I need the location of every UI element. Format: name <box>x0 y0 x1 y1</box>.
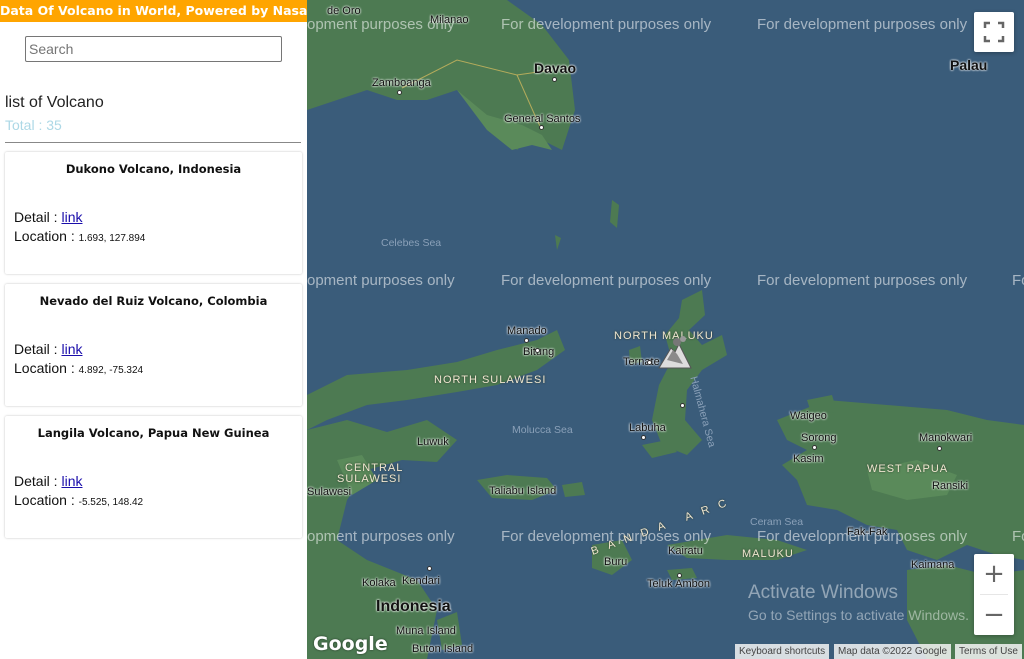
place-label: Sorong <box>801 432 837 444</box>
city-dot <box>535 348 540 353</box>
sea-label: Celebes Sea <box>381 237 442 249</box>
zoom-in-button[interactable]: + <box>974 554 1014 594</box>
place-label: Kendari <box>402 575 440 587</box>
detail-row: Detail : link <box>14 209 82 225</box>
city-dot <box>641 435 646 440</box>
place-label: de Oro <box>327 5 361 17</box>
detail-link[interactable]: link <box>61 341 82 357</box>
place-label: Manokwari <box>919 432 973 444</box>
terms-link[interactable]: Terms of Use <box>955 644 1022 659</box>
volcano-card: Nevado del Ruiz Volcano, Colombia Detail… <box>5 284 302 406</box>
region-label: WEST PAPUA <box>867 463 949 475</box>
detail-link[interactable]: link <box>61 209 82 225</box>
total-count: Total : 35 <box>5 117 62 133</box>
location-row: Location : 1.693, 127.894 <box>14 228 145 244</box>
city-dot <box>647 360 652 365</box>
place-label: Manado <box>507 325 547 337</box>
location-label: Location : <box>14 492 75 508</box>
detail-row: Detail : link <box>14 341 82 357</box>
volcano-name: Langila Volcano, Papua New Guinea <box>37 426 270 440</box>
place-label: Labuha <box>629 422 666 434</box>
location-row: Location : 4.892, -75.324 <box>14 360 143 376</box>
detail-label: Detail : <box>14 209 58 225</box>
app-title: Data Of Volcano in World, Powered by Nas… <box>0 0 307 22</box>
city-dot <box>397 90 402 95</box>
dev-watermark: opment purposes only <box>307 528 455 545</box>
list-title: list of Volcano <box>5 94 104 111</box>
sea-label: Molucca Sea <box>512 424 573 436</box>
city-dot <box>677 573 682 578</box>
location-label: Location : <box>14 360 75 376</box>
place-label: Davao <box>534 60 577 76</box>
place-label: Waigeo <box>790 410 827 422</box>
volcano-name: Dukono Volcano, Indonesia <box>65 162 242 176</box>
place-label: Luwuk <box>417 436 449 448</box>
city-dot <box>539 125 544 130</box>
dev-watermark: For development purposes only <box>501 16 712 33</box>
search-input[interactable] <box>25 36 282 62</box>
place-label: Kaimana <box>911 559 955 571</box>
city-dot <box>937 446 942 451</box>
dev-watermark: Fo <box>1012 528 1024 545</box>
activate-windows-title: Activate Windows <box>748 582 898 603</box>
sidebar: Data Of Volcano in World, Powered by Nas… <box>0 0 307 659</box>
place-label: General Santos <box>504 113 581 125</box>
google-logo[interactable]: Google <box>313 633 388 655</box>
volcano-card: Langila Volcano, Papua New Guinea Detail… <box>5 416 302 538</box>
dev-watermark: For development purposes only <box>501 272 712 289</box>
dev-watermark: opment purposes only <box>307 272 455 289</box>
region-label: SULAWESI <box>337 473 402 485</box>
volcano-name: Nevado del Ruiz Volcano, Colombia <box>39 294 268 308</box>
divider <box>5 142 301 143</box>
place-label: Sulawesi <box>307 486 352 498</box>
place-label: Kairatu <box>668 545 703 557</box>
map-canvas[interactable]: opment purposes only For development pur… <box>307 0 1024 659</box>
place-label: Zamboanga <box>372 77 431 89</box>
place-label: Ransiki <box>932 480 969 492</box>
location-coords: 4.892, -75.324 <box>78 365 144 376</box>
place-label: Kolaka <box>362 577 396 589</box>
place-label: Ternate <box>623 356 660 368</box>
detail-link[interactable]: link <box>61 473 82 489</box>
city-dot <box>552 77 557 82</box>
region-label: NORTH SULAWESI <box>434 374 547 386</box>
place-label: Taliabu Island <box>489 485 557 497</box>
fullscreen-icon <box>983 21 1005 43</box>
place-label: Kasim <box>793 453 824 465</box>
location-label: Location : <box>14 228 75 244</box>
map-data-attribution: Map data ©2022 Google <box>834 644 952 659</box>
place-label: Palau <box>950 57 988 73</box>
fullscreen-button[interactable] <box>974 12 1014 52</box>
place-label: Teluk Ambon <box>647 578 710 590</box>
volcano-card: Dukono Volcano, Indonesia Detail : link … <box>5 152 302 274</box>
location-coords: 1.693, 127.894 <box>78 233 146 244</box>
city-dot <box>427 566 432 571</box>
dev-watermark: For development purposes only <box>757 16 968 33</box>
place-label: Buton Island <box>412 643 474 655</box>
place-label: Fak-Fak <box>847 526 888 538</box>
detail-row: Detail : link <box>14 473 82 489</box>
zoom-control: + − <box>974 554 1014 635</box>
city-dot <box>680 403 685 408</box>
region-label: MALUKU <box>742 548 794 560</box>
location-row: Location : -5.525, 148.42 <box>14 492 143 508</box>
location-coords: -5.525, 148.42 <box>78 497 144 508</box>
keyboard-shortcuts-link[interactable]: Keyboard shortcuts <box>735 644 830 659</box>
place-label: Buru <box>604 556 628 568</box>
city-dot <box>812 445 817 450</box>
dev-watermark: Fo <box>1012 272 1024 289</box>
place-label: Muna Island <box>396 625 456 637</box>
dev-watermark: For development purposes only <box>757 272 968 289</box>
city-dot <box>524 338 529 343</box>
activate-windows-subtitle: Go to Settings to activate Windows. <box>748 607 969 623</box>
detail-label: Detail : <box>14 341 58 357</box>
detail-label: Detail : <box>14 473 58 489</box>
zoom-out-button[interactable]: − <box>974 595 1014 635</box>
sea-label: Ceram Sea <box>750 516 804 528</box>
country-label: Indonesia <box>376 598 451 615</box>
volcano-marker-icon[interactable] <box>657 334 693 375</box>
place-label: Milanao <box>430 14 469 26</box>
